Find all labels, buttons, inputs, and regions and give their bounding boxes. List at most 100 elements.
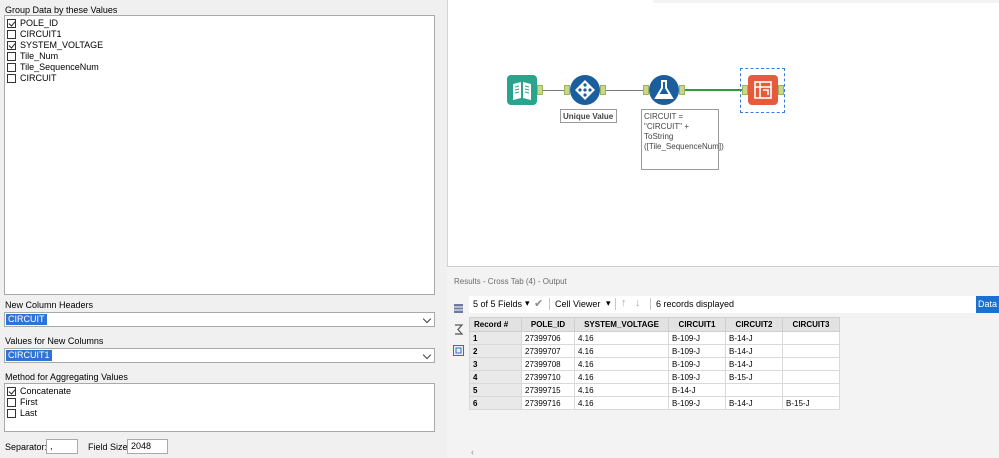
table-view-icon[interactable] <box>453 303 464 314</box>
column-header[interactable]: CIRCUIT3 <box>782 317 840 332</box>
results-panel: Results - Cross Tab (4) - Output 5 of 5 … <box>447 266 999 458</box>
table-row[interactable]: 5 27399715 4.16 B-14-J <box>469 383 840 397</box>
group-field-circuit1[interactable]: CIRCUIT1 <box>5 29 434 40</box>
records-displayed: 6 records displayed <box>656 299 735 309</box>
table-cell[interactable]: B-15-J <box>725 370 783 384</box>
cell-viewer-dropdown[interactable]: Cell Viewer <box>555 299 600 309</box>
chevron-down-icon[interactable] <box>422 350 432 360</box>
table-row[interactable]: 2 27399707 4.16 B-109-J B-14-J <box>469 344 840 358</box>
table-cell[interactable]: 27399706 <box>521 331 575 345</box>
formula-tool[interactable] <box>649 75 679 105</box>
output-anchor[interactable] <box>778 85 784 95</box>
table-row[interactable]: 1 27399706 4.16 B-109-J B-14-J <box>469 331 840 345</box>
table-row[interactable]: 3 27399708 4.16 B-109-J B-14-J <box>469 357 840 371</box>
table-cell[interactable]: 27399707 <box>521 344 575 358</box>
record-number-cell[interactable]: 1 <box>469 331 522 345</box>
method-concatenate[interactable]: Concatenate <box>5 386 434 397</box>
chevron-down-icon[interactable]: ▾ <box>606 298 611 309</box>
record-number-cell[interactable]: 2 <box>469 344 522 358</box>
table-cell[interactable]: B-14-J <box>725 396 783 410</box>
connection-line <box>606 90 644 91</box>
separator-label: Separator: <box>5 442 48 452</box>
record-number-cell[interactable]: 5 <box>469 383 522 397</box>
checkbox-icon[interactable] <box>7 409 16 418</box>
config-panel: Group Data by these Values POLE_ID CIRCU… <box>0 0 440 458</box>
column-header[interactable]: SYSTEM_VOLTAGE <box>574 317 669 332</box>
record-number-cell[interactable]: 3 <box>469 357 522 371</box>
table-cell[interactable]: 4.16 <box>574 383 669 397</box>
panel-divider[interactable] <box>440 0 447 458</box>
table-cell[interactable] <box>782 383 840 397</box>
group-field-system-voltage[interactable]: SYSTEM_VOLTAGE <box>5 40 434 51</box>
table-cell[interactable]: 4.16 <box>574 331 669 345</box>
checkmark-icon[interactable]: ✔ <box>534 297 543 310</box>
connection-line <box>685 89 743 91</box>
group-field-circuit[interactable]: CIRCUIT <box>5 73 434 84</box>
metadata-icon[interactable] <box>453 345 464 356</box>
table-cell[interactable]: B-14-J <box>725 331 783 345</box>
cross-tab-tool[interactable] <box>748 75 778 105</box>
checkbox-icon[interactable] <box>7 63 16 72</box>
group-field-tile-sequencenum[interactable]: Tile_SequenceNum <box>5 62 434 73</box>
table-cell[interactable] <box>782 344 840 358</box>
separator-input[interactable]: , <box>46 439 78 454</box>
arrow-down-icon[interactable]: ↓ <box>635 297 641 309</box>
table-cell[interactable]: 4.16 <box>574 344 669 358</box>
record-number-cell[interactable]: 6 <box>469 396 522 410</box>
horizontal-scrollbar[interactable]: ‹ <box>469 447 999 458</box>
field-size-input[interactable]: 2048 <box>127 439 168 454</box>
table-cell[interactable]: B-15-J <box>782 396 840 410</box>
table-cell[interactable]: 4.16 <box>574 396 669 410</box>
column-header[interactable]: Record # <box>469 317 522 332</box>
sigma-icon[interactable] <box>453 324 464 335</box>
checkbox-icon[interactable] <box>7 398 16 407</box>
table-cell[interactable]: 4.16 <box>574 357 669 371</box>
values-for-new-columns-select[interactable]: CIRCUIT1 <box>4 348 435 363</box>
checkbox-icon[interactable] <box>7 30 16 39</box>
checkbox-icon[interactable] <box>7 19 16 28</box>
chevron-down-icon[interactable]: ▾ <box>525 298 530 309</box>
table-cell[interactable]: 27399715 <box>521 383 575 397</box>
table-cell[interactable] <box>725 383 783 397</box>
group-field-pole-id[interactable]: POLE_ID <box>5 18 434 29</box>
method-last[interactable]: Last <box>5 408 434 419</box>
fields-selector[interactable]: 5 of 5 Fields <box>473 299 522 309</box>
column-header[interactable]: CIRCUIT1 <box>668 317 726 332</box>
table-cell[interactable]: B-109-J <box>668 344 726 358</box>
column-header[interactable]: POLE_ID <box>521 317 575 332</box>
chevron-down-icon[interactable] <box>422 314 432 324</box>
table-cell[interactable]: 27399710 <box>521 370 575 384</box>
method-first[interactable]: First <box>5 397 434 408</box>
table-cell[interactable]: B-109-J <box>668 357 726 371</box>
table-row[interactable]: 6 27399716 4.16 B-109-J B-14-J B-15-J <box>469 396 840 410</box>
table-cell[interactable]: B-109-J <box>668 396 726 410</box>
table-cell[interactable]: B-14-J <box>725 357 783 371</box>
column-header[interactable]: CIRCUIT2 <box>725 317 783 332</box>
table-cell[interactable] <box>782 357 840 371</box>
table-cell[interactable]: 4.16 <box>574 370 669 384</box>
table-cell[interactable]: B-109-J <box>668 331 726 345</box>
new-column-headers-select[interactable]: CIRCUIT <box>4 312 435 327</box>
checkbox-icon[interactable] <box>7 41 16 50</box>
table-cell[interactable] <box>782 370 840 384</box>
table-cell[interactable] <box>782 331 840 345</box>
arrow-up-icon[interactable]: ↑ <box>621 297 627 309</box>
unique-tool[interactable] <box>570 75 600 105</box>
input-data-tool[interactable] <box>507 75 537 105</box>
table-cell[interactable]: 27399708 <box>521 357 575 371</box>
chevron-left-icon[interactable]: ‹ <box>471 447 474 457</box>
table-row[interactable]: 4 27399710 4.16 B-109-J B-15-J <box>469 370 840 384</box>
table-cell[interactable]: B-109-J <box>668 370 726 384</box>
toolbar-divider <box>650 298 651 310</box>
group-field-tile-num[interactable]: Tile_Num <box>5 51 434 62</box>
checkbox-icon[interactable] <box>7 52 16 61</box>
table-cell[interactable]: B-14-J <box>668 383 726 397</box>
checkbox-icon[interactable] <box>7 74 16 83</box>
record-number-cell[interactable]: 4 <box>469 370 522 384</box>
checkbox-icon[interactable] <box>7 387 16 396</box>
workflow-canvas[interactable]: Unique Value CIRCUIT = "CIRCUIT" + ToStr… <box>447 0 999 266</box>
aggregating-method-list: Concatenate First Last <box>4 383 435 432</box>
table-cell[interactable]: B-14-J <box>725 344 783 358</box>
table-cell[interactable]: 27399716 <box>521 396 575 410</box>
data-button[interactable]: Data <box>976 296 999 313</box>
